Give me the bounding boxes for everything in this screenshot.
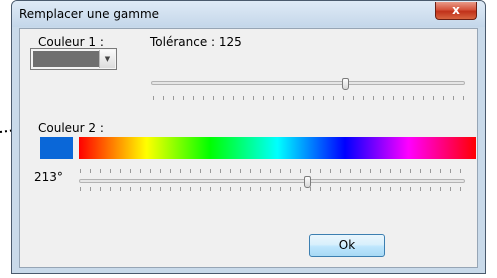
hue-spectrum-bar[interactable] [79,137,476,159]
ok-button[interactable]: Ok [309,234,385,257]
chevron-down-icon[interactable]: ▼ [99,50,115,68]
tolerance-ticks [153,96,464,100]
title-bar: Remplacer une gamme x [12,1,485,27]
colour1-dropdown[interactable]: ▼ [30,48,117,70]
hue-ticks-top [80,169,464,173]
tolerance-slider-thumb[interactable] [342,78,349,90]
colour2-label: Couleur 2 : [38,121,104,135]
hue-slider-track[interactable] [79,179,465,183]
dialog-window: Remplacer une gamme x Couleur 1 : ▼ Tolé… [11,0,486,274]
colour2-swatch[interactable] [40,137,73,159]
dialog-title: Remplacer une gamme [19,7,160,21]
tolerance-slider-track[interactable] [151,81,465,85]
tolerance-label: Tolérance : 125 [150,35,242,49]
hue-slider-thumb[interactable] [304,176,311,188]
hue-ticks-bottom [80,187,464,191]
colour1-swatch [33,51,100,67]
hue-value: 213° [34,170,63,184]
colour1-label: Couleur 1 : [38,35,104,49]
close-icon: x [452,3,460,17]
close-button[interactable]: x [435,2,477,20]
